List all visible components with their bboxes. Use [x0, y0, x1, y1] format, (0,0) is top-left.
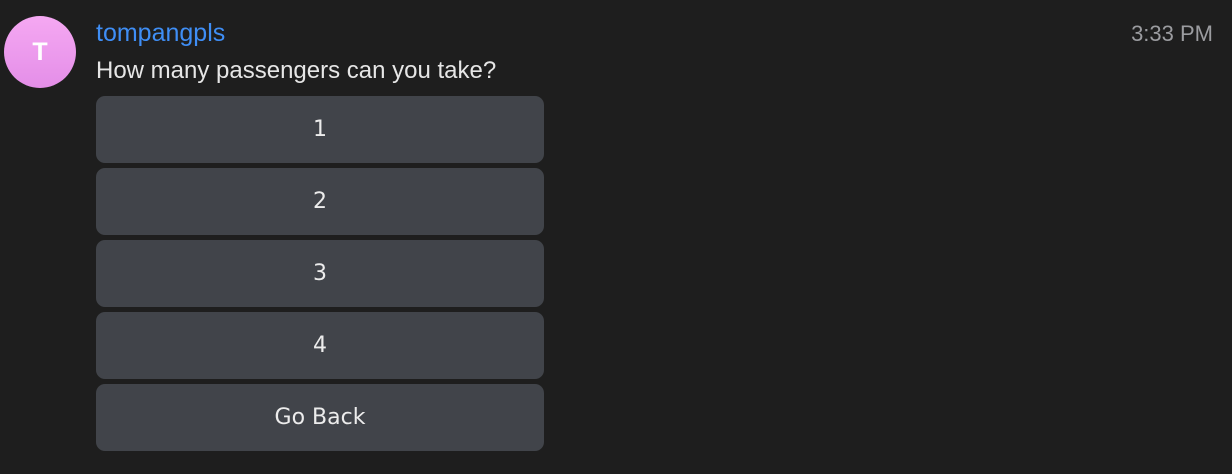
go-back-button[interactable]: Go Back	[96, 384, 544, 451]
inline-keyboard: 1 2 3 4 Go Back	[96, 96, 544, 451]
avatar[interactable]: T	[4, 16, 76, 88]
option-button-4[interactable]: 4	[96, 312, 544, 379]
option-button-label: 3	[313, 261, 327, 286]
option-button-label: 1	[313, 117, 327, 142]
message-timestamp: 3:33 PM	[1131, 21, 1213, 46]
option-button-label: 4	[313, 333, 327, 358]
go-back-label: Go Back	[274, 405, 366, 430]
option-button-3[interactable]: 3	[96, 240, 544, 307]
option-button-1[interactable]: 1	[96, 96, 544, 163]
option-button-2[interactable]: 2	[96, 168, 544, 235]
chat-message: T tompangpls 3:33 PM How many passengers…	[0, 0, 1232, 474]
avatar-letter: T	[32, 37, 48, 66]
sender-name[interactable]: tompangpls	[96, 17, 225, 49]
option-button-label: 2	[313, 189, 327, 214]
message-text: How many passengers can you take?	[96, 57, 497, 84]
